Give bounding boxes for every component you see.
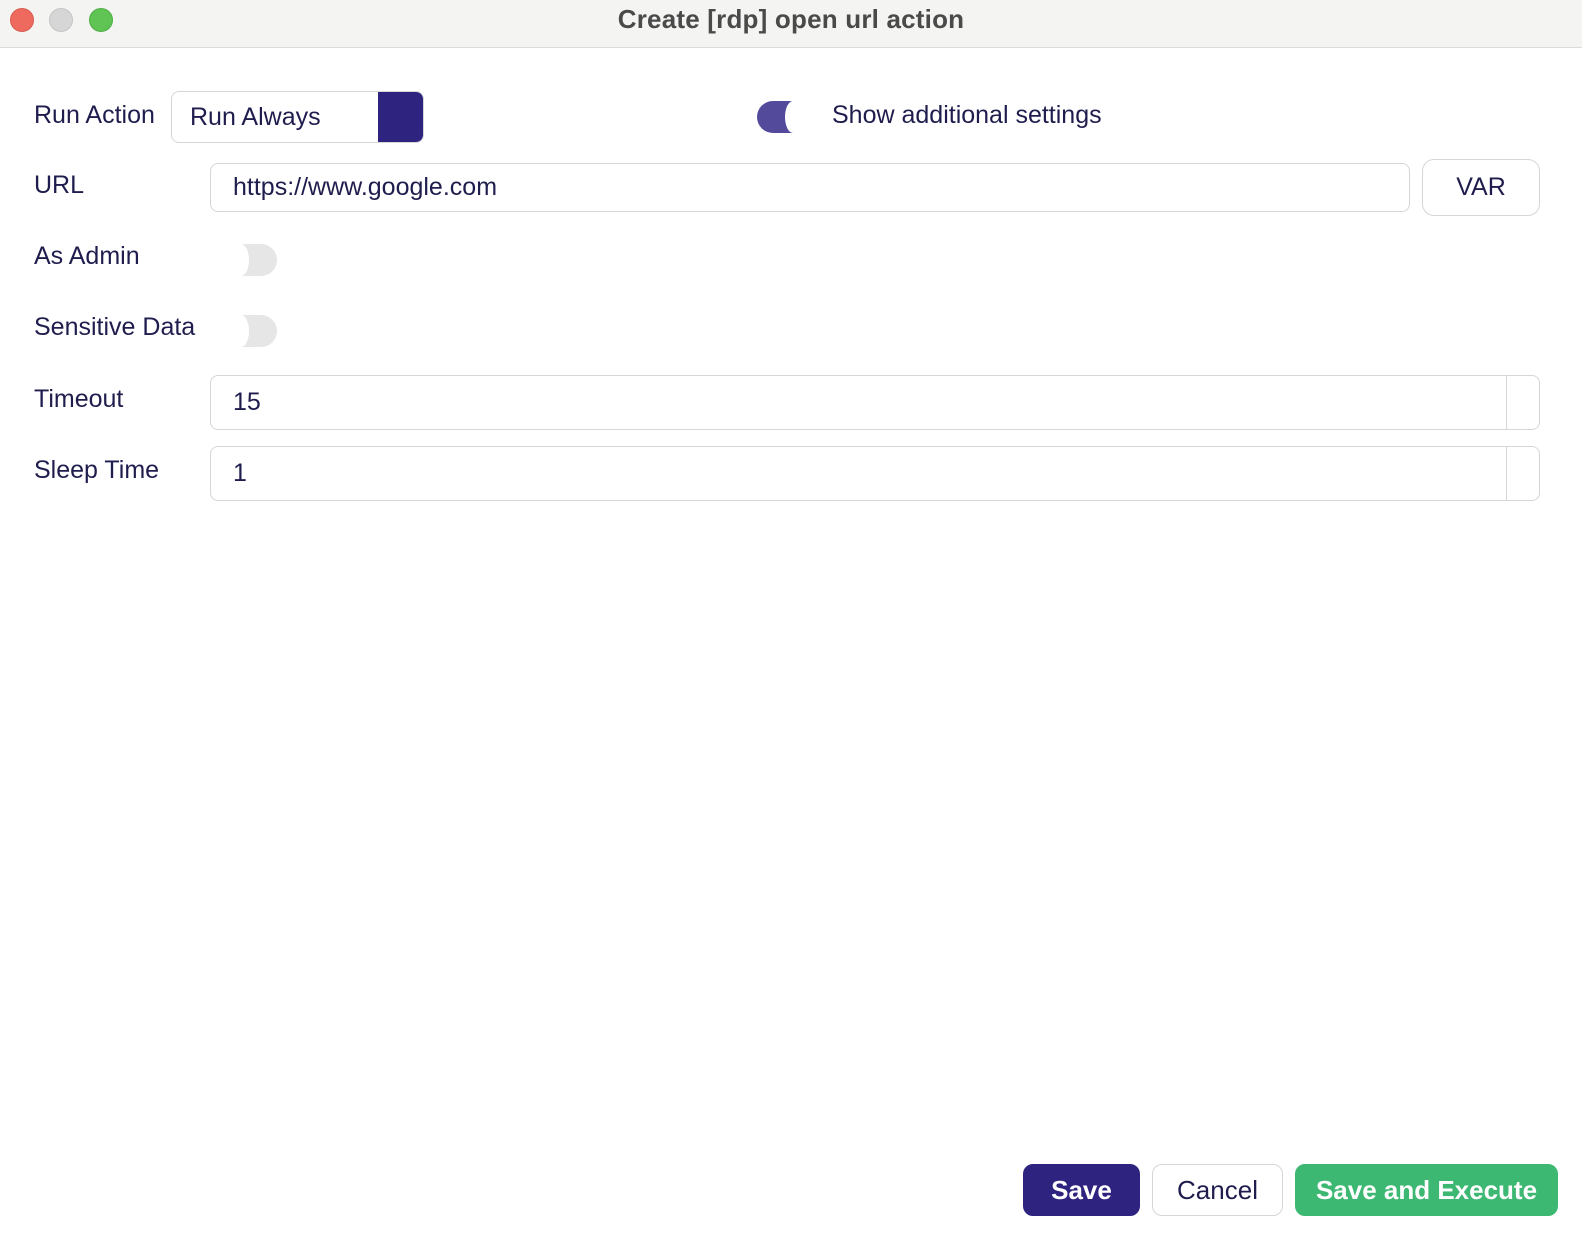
timeout-label: Timeout <box>34 385 124 413</box>
show-additional-settings-label: Show additional settings <box>832 101 1102 129</box>
timeout-spinner[interactable] <box>1506 376 1539 429</box>
save-button[interactable]: Save <box>1023 1164 1140 1216</box>
run-action-label: Run Action <box>34 101 155 129</box>
save-and-execute-button[interactable]: Save and Execute <box>1295 1164 1558 1216</box>
sensitive-data-label: Sensitive Data <box>34 313 196 341</box>
run-action-select[interactable]: Run Always <box>171 91 424 143</box>
timeout-input[interactable] <box>211 376 1539 429</box>
sleep-time-spinner[interactable] <box>1506 447 1539 500</box>
cancel-button[interactable]: Cancel <box>1152 1164 1283 1216</box>
sleep-time-input[interactable] <box>211 447 1539 500</box>
window-title: Create [rdp] open url action <box>617 4 965 34</box>
url-input[interactable] <box>211 164 1409 211</box>
dropdown-handle[interactable] <box>378 92 423 142</box>
show-additional-settings-toggle[interactable] <box>757 101 801 133</box>
as-admin-toggle[interactable] <box>233 244 277 276</box>
title-bar: Create [rdp] open url action <box>0 0 1582 48</box>
timeout-field <box>210 375 1540 430</box>
run-action-value: Run Always <box>190 103 321 131</box>
var-button[interactable]: VAR <box>1422 159 1540 216</box>
url-label: URL <box>34 171 85 199</box>
as-admin-label: As Admin <box>34 242 140 270</box>
sleep-time-label: Sleep Time <box>34 456 160 484</box>
url-field-box <box>210 163 1410 212</box>
sensitive-data-toggle[interactable] <box>233 315 277 347</box>
sleep-time-field <box>210 446 1540 501</box>
